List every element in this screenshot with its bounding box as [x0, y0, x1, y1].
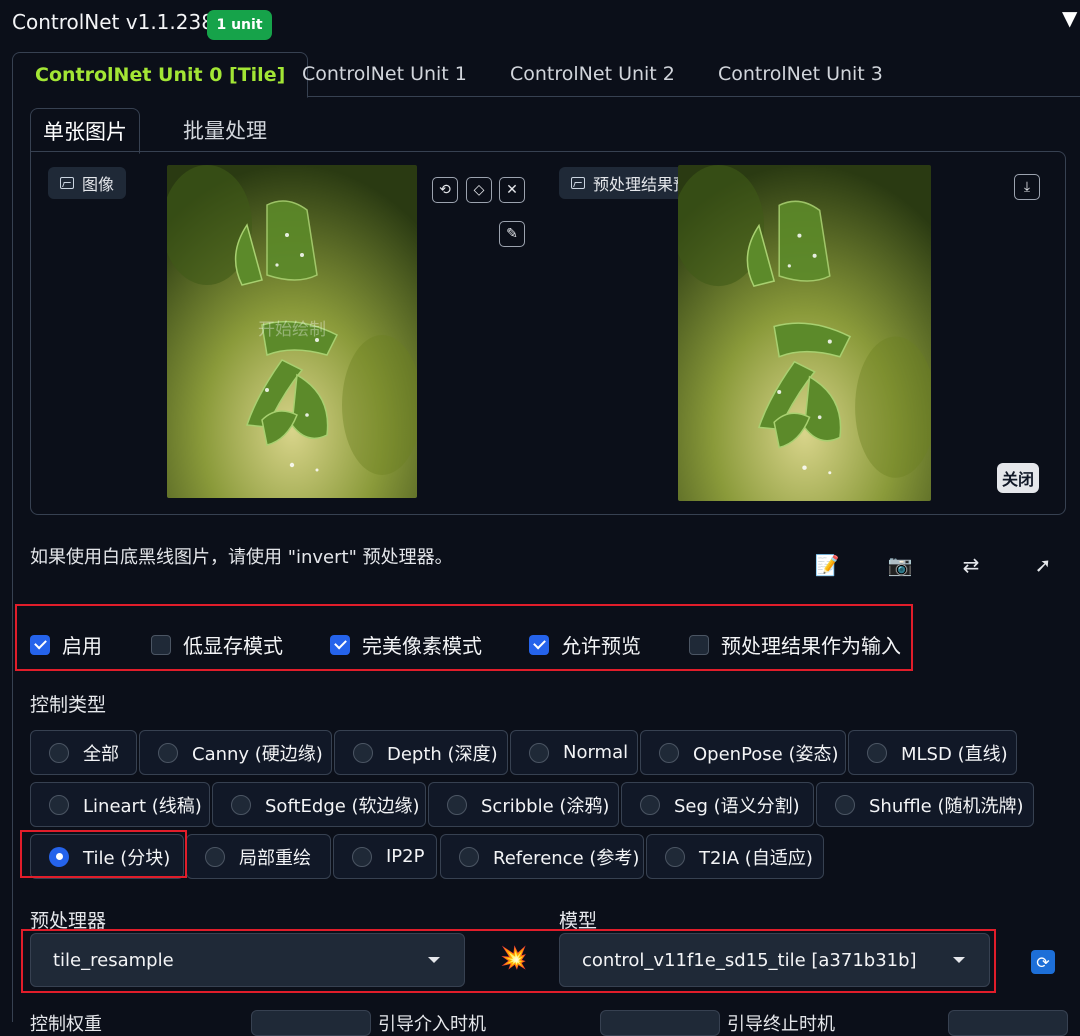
start-step-input[interactable] — [600, 1010, 720, 1036]
input-image-canvas[interactable]: 开始绘制 — [167, 165, 417, 498]
camera-icon[interactable]: 📷 — [885, 552, 915, 578]
radio[interactable] — [459, 846, 479, 867]
edit-icon[interactable]: 📝 — [812, 552, 842, 578]
radio[interactable] — [231, 794, 251, 815]
start-step-label: 引导介入时机 — [378, 1014, 486, 1035]
radio[interactable] — [158, 742, 178, 763]
radio[interactable] — [659, 742, 679, 763]
radio-t2ia[interactable]: T2IA (自适应) — [646, 834, 824, 879]
radio-softedge[interactable]: SoftEdge (软边缘) — [212, 782, 426, 827]
radio-depth[interactable]: Depth (深度) — [334, 730, 508, 775]
checkbox[interactable] — [151, 634, 171, 655]
input-image-label: 图像 — [48, 167, 127, 199]
radio[interactable] — [49, 794, 69, 815]
panel-title: ControlNet v1.1.238 — [12, 10, 214, 34]
radio-mlsd[interactable]: MLSD (直线) — [848, 730, 1017, 775]
close-preview-button[interactable]: 关闭 — [997, 463, 1039, 493]
radio-seg[interactable]: Seg (语义分割) — [621, 782, 814, 827]
checkbox[interactable] — [689, 634, 709, 655]
invert-hint: 如果使用白底黑线图片，请使用 "invert" 预处理器。 — [30, 547, 453, 568]
radio[interactable] — [352, 846, 372, 867]
tab-batch[interactable]: 批量处理 — [170, 108, 280, 152]
eraser-icon[interactable]: ◇ — [466, 177, 492, 203]
control-type-label: 控制类型 — [30, 694, 107, 716]
image-icon — [60, 177, 74, 189]
tab-unit-0[interactable]: ControlNet Unit 0 [Tile] — [12, 52, 309, 98]
option-preprocessed-input[interactable]: 预处理结果作为输入 — [689, 630, 901, 659]
close-icon[interactable]: ✕ — [499, 177, 525, 203]
checkbox[interactable] — [330, 634, 350, 655]
radio-scribble[interactable]: Scribble (涂鸦) — [428, 782, 619, 827]
refresh-icon[interactable]: ⟳ — [1031, 950, 1055, 974]
radio[interactable] — [867, 742, 887, 763]
brush-icon[interactable]: ✎ — [499, 221, 525, 247]
radio-shuffle[interactable]: Shuffle (随机洗牌) — [816, 782, 1034, 827]
radio-inpaint[interactable]: 局部重绘 — [186, 834, 331, 879]
download-icon[interactable]: ⤓ — [1014, 174, 1040, 200]
swap-icon[interactable]: ⇄ — [956, 552, 986, 578]
radio[interactable] — [447, 794, 467, 815]
unit-count-badge: 1 unit — [207, 10, 272, 40]
radio-ip2p[interactable]: IP2P — [333, 834, 437, 879]
radio[interactable] — [205, 846, 225, 867]
end-step-input[interactable] — [948, 1010, 1068, 1036]
control-weight-label: 控制权重 — [30, 1014, 102, 1035]
radio[interactable] — [835, 794, 855, 815]
tab-single-image[interactable]: 单张图片 — [30, 108, 140, 154]
tab-unit-1[interactable]: ControlNet Unit 1 — [302, 52, 467, 96]
input-image: 开始绘制 — [167, 165, 417, 498]
radio-reference[interactable]: Reference (参考) — [440, 834, 644, 879]
radio[interactable] — [353, 742, 373, 763]
radio-normal[interactable]: Normal — [510, 730, 638, 775]
option-low-vram[interactable]: 低显存模式 — [151, 630, 283, 659]
send-icon[interactable]: ➚ — [1028, 552, 1058, 578]
radio-canny[interactable]: Canny (硬边缘) — [139, 730, 332, 775]
unit-tabs: ControlNet Unit 0 [Tile] ControlNet Unit… — [12, 52, 1080, 98]
radio[interactable] — [529, 742, 549, 763]
option-pixel-perfect[interactable]: 完美像素模式 — [330, 630, 482, 659]
preview-image — [678, 165, 931, 501]
highlight-tile — [20, 830, 187, 878]
option-allow-preview[interactable]: 允许预览 — [529, 630, 641, 659]
tab-unit-3[interactable]: ControlNet Unit 3 — [718, 52, 883, 96]
checkbox[interactable] — [30, 634, 50, 655]
tab-unit-2[interactable]: ControlNet Unit 2 — [510, 52, 675, 96]
highlight-selects — [21, 929, 996, 993]
radio-openpose[interactable]: OpenPose (姿态) — [640, 730, 846, 775]
end-step-label: 引导终止时机 — [727, 1014, 835, 1035]
radio-all[interactable]: 全部 — [30, 730, 137, 775]
radio[interactable] — [640, 794, 660, 815]
checkbox[interactable] — [529, 634, 549, 655]
rotate-icon[interactable]: ⟲ — [432, 177, 458, 203]
option-enable[interactable]: 启用 — [30, 630, 102, 659]
control-weight-input[interactable] — [251, 1010, 371, 1036]
collapse-icon[interactable]: ▼ — [1062, 6, 1080, 32]
draw-overlay-text: 开始绘制 — [258, 320, 326, 340]
radio[interactable] — [49, 742, 69, 763]
image-icon — [571, 177, 585, 189]
radio[interactable] — [665, 846, 685, 867]
image-mode-tabs: 单张图片 批量处理 — [30, 108, 1066, 154]
radio-lineart[interactable]: Lineart (线稿) — [30, 782, 210, 827]
